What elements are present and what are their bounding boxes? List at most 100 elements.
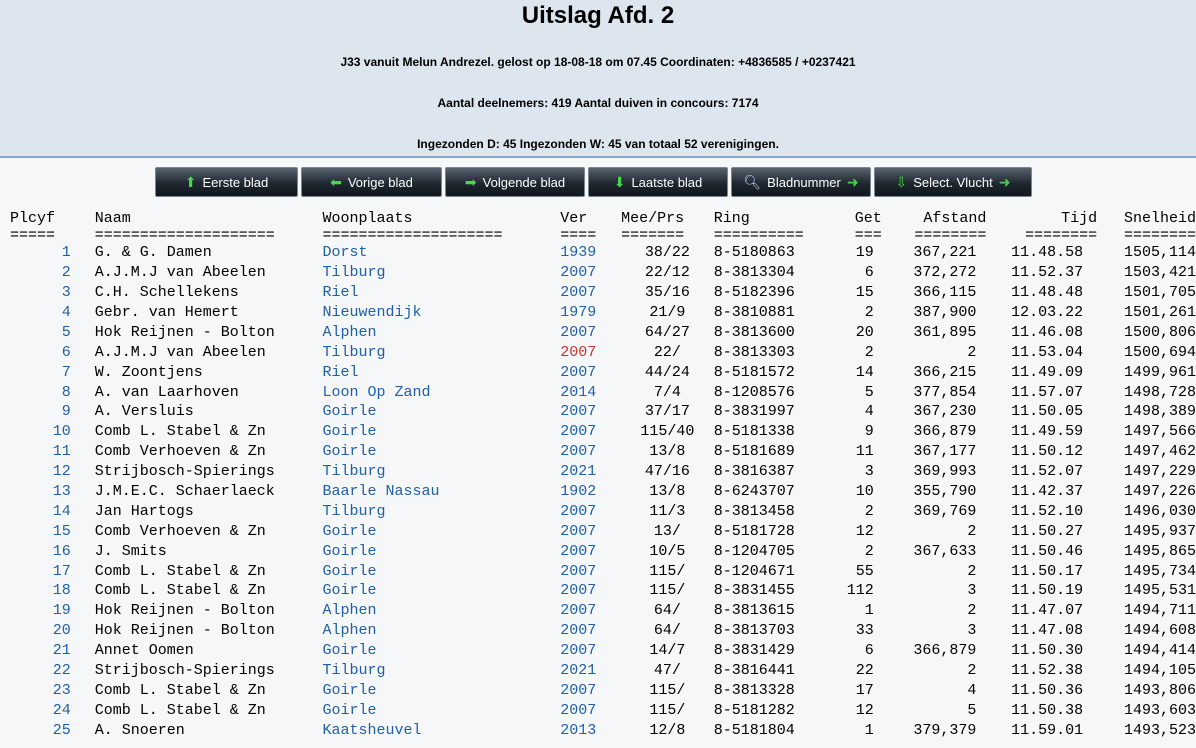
cell-ring: 8-3813328 [713,681,795,699]
col-header-speed: Snelheid [1123,210,1196,228]
cell-place: 14 [52,502,71,520]
cell-name: Comb L. Stabel & Zn [94,423,266,441]
cell-nominated: 3 [864,463,874,481]
cell-time: 11.52.07 [1011,463,1084,481]
club-link[interactable]: 2007 [552,422,621,442]
club-link[interactable]: 2007 [552,680,621,700]
club-link[interactable]: 2007 [552,283,621,303]
table-row: 9 A. Versluis Goirle 2007 37/17 8-3831997 4 367… [0,402,1196,422]
residence-link[interactable]: Dorst [323,243,553,263]
page-number-button[interactable]: 🔍︎ Bladnummer ➜ [731,167,871,197]
table-row: 22 Strijbosch-Spierings Tilburg 2021 47/8-38… [0,661,1196,681]
cell-speed: 1495,937 [1123,522,1196,540]
residence-link[interactable]: Goirle [323,680,553,700]
club-link[interactable]: 2013 [552,720,621,740]
residence-link[interactable]: Baarle Nassau [323,482,553,502]
col-header-residence: Woonplaats [322,210,413,228]
club-link[interactable]: 2007 [552,641,621,661]
club-link[interactable]: 2007 [552,561,621,581]
residence-link[interactable]: Tilburg [323,263,553,283]
cell-ring: 8-5181572 [713,363,795,381]
club-link[interactable]: 2007 [552,263,621,283]
first-page-label: Eerste blad [202,174,269,190]
residence-link[interactable]: Tilburg [323,342,553,362]
residence-link[interactable]: Alphen [323,601,553,621]
cell-distance: 2 [967,662,977,680]
residence-link[interactable]: Goirle [323,541,553,561]
cell-name: Comb L. Stabel & Zn [94,582,266,600]
club-link[interactable]: 2007 [552,342,621,362]
table-row: 19 Hok Reijnen - Bolton Alphen 2007 64/8-381… [0,601,1196,621]
cell-entries: 64/27 [644,323,690,341]
club-link[interactable]: 1979 [552,303,621,323]
cell-distance: 379,379 [913,721,977,739]
residence-link[interactable]: Tilburg [323,501,553,521]
cell-nominated: 4 [864,403,874,421]
cell-name: A. Snoeren [94,721,185,739]
residence-link[interactable]: Alphen [323,621,553,641]
residence-link[interactable]: Kaatsheuvel [323,720,553,740]
club-link[interactable]: 2007 [552,581,621,601]
cell-time: 11.50.36 [1011,681,1084,699]
residence-link[interactable]: Goirle [323,422,553,442]
club-link[interactable]: 2007 [552,442,621,462]
residence-link[interactable]: Riel [323,283,553,303]
club-link[interactable]: 2007 [552,700,621,720]
cell-place: 25 [52,721,71,739]
page-header: Uitslag Afd. 2 J33 vanuit Melun Andrezel… [0,0,1196,158]
residence-link[interactable]: Goirle [323,402,553,422]
club-link[interactable]: 2014 [552,382,621,402]
cell-speed: 1501,705 [1123,284,1196,302]
club-link[interactable]: 2007 [552,621,621,641]
cell-entries: 115/ [649,681,686,699]
residence-link[interactable]: Goirle [323,581,553,601]
cell-ring: 8-3831429 [713,642,795,660]
residence-link[interactable]: Goirle [323,561,553,581]
cell-nominated: 112 [846,582,874,600]
cell-distance: 4 [967,681,977,699]
cell-name: Comb L. Stabel & Zn [94,681,266,699]
residence-link[interactable]: Goirle [323,641,553,661]
cell-nominated: 20 [855,323,874,341]
cell-entries: 38/22 [644,244,690,262]
cell-speed: 1495,734 [1123,562,1196,580]
cell-ring: 8-5181804 [713,721,795,739]
cell-speed: 1497,566 [1123,423,1196,441]
club-link[interactable]: 2007 [552,521,621,541]
residence-link[interactable]: Goirle [323,442,553,462]
club-link[interactable]: 2021 [552,462,621,482]
residence-link[interactable]: Tilburg [323,462,553,482]
next-page-button[interactable]: ➡ Volgende blad [445,167,585,197]
club-link[interactable]: 2021 [552,661,621,681]
club-link[interactable]: 2007 [552,541,621,561]
club-link[interactable]: 2007 [552,362,621,382]
residence-link[interactable]: Goirle [323,521,553,541]
cell-speed: 1501,261 [1123,304,1196,321]
select-flight-button[interactable]: ⇩ Select. Vlucht ➜ [874,167,1032,197]
cell-ring: 8-3816441 [713,662,795,680]
club-link[interactable]: 2007 [552,601,621,621]
arrow-right-icon: ➜ [998,174,1011,190]
club-link[interactable]: 2007 [552,402,621,422]
residence-link[interactable]: Riel [323,362,553,382]
separator: ===== [10,226,56,244]
club-link[interactable]: 2007 [552,501,621,521]
club-link[interactable]: 1902 [552,482,621,502]
residence-link[interactable]: Loon Op Zand [323,382,553,402]
residence-link[interactable]: Goirle [323,700,553,720]
club-link[interactable]: 2007 [552,322,621,342]
previous-page-button[interactable]: ⬅ Vorige blad [301,167,442,197]
first-page-button[interactable]: ⬆ Eerste blad [155,167,298,197]
club-link[interactable]: 1939 [552,243,621,263]
last-page-button[interactable]: ⬇ Laatste blad [588,167,728,197]
cell-place: 12 [52,463,71,481]
residence-link[interactable]: Nieuwendijk [323,303,553,323]
residence-link[interactable]: Alphen [323,322,553,342]
cell-place: 9 [61,403,71,421]
cell-ring: 8-5182396 [713,284,795,302]
residence-link[interactable]: Tilburg [323,661,553,681]
cell-speed: 1494,711 [1123,602,1196,620]
cell-distance: 366,879 [913,423,977,441]
col-header-club: Ver [560,210,588,228]
participants-info: Aantal deelnemers: 419 Aantal duiven in … [437,96,759,110]
